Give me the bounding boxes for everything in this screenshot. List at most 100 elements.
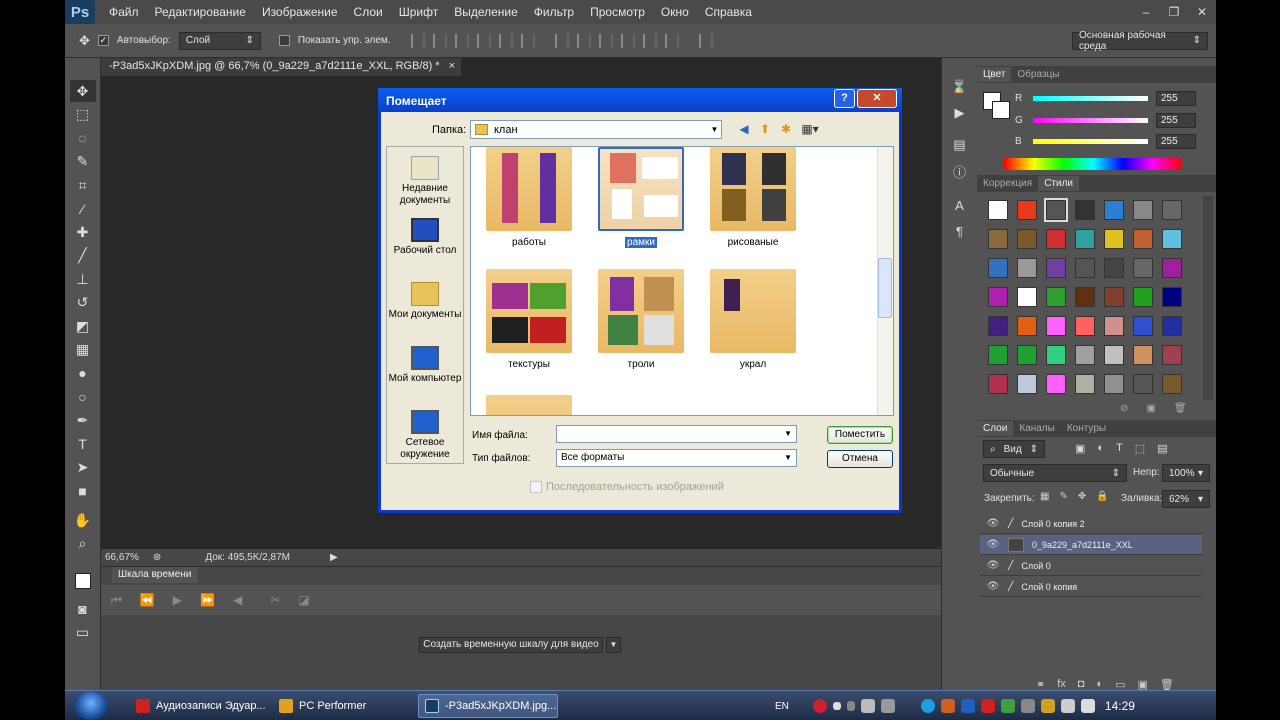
filter-adjustment-icon[interactable]: ◐ bbox=[1097, 442, 1104, 455]
tab-adjustments[interactable]: Коррекция bbox=[977, 176, 1038, 191]
style-swatch[interactable] bbox=[988, 345, 1008, 365]
image-sequence-option[interactable]: Последовательность изображений bbox=[530, 481, 724, 493]
style-swatch[interactable] bbox=[1075, 200, 1095, 220]
shape-tool-icon[interactable]: ■ bbox=[70, 480, 96, 502]
layer-row[interactable]: 👁 ╱ Слой 0 копия bbox=[980, 577, 1202, 597]
distribute-bottom-icon[interactable] bbox=[598, 33, 613, 48]
paragraph-panel-icon[interactable]: ¶ bbox=[949, 220, 971, 242]
delete-style-icon[interactable]: 🗑 bbox=[1174, 403, 1187, 417]
go-first-frame-icon[interactable]: ⏮ bbox=[111, 593, 122, 608]
info-panel-icon[interactable]: ⓘ bbox=[949, 160, 971, 182]
dialog-close-button[interactable]: ✕ bbox=[857, 89, 897, 108]
place-button[interactable]: Поместить bbox=[827, 426, 893, 444]
skype-icon[interactable] bbox=[920, 699, 935, 713]
folder-select[interactable]: клан bbox=[470, 120, 722, 139]
style-swatch[interactable] bbox=[1162, 345, 1182, 365]
place-my-documents[interactable]: Мои документы bbox=[387, 282, 463, 321]
blue-value[interactable]: 255 bbox=[1156, 133, 1196, 149]
style-swatch[interactable] bbox=[1104, 287, 1124, 307]
lock-transparency-icon[interactable]: ▦ bbox=[1040, 491, 1049, 502]
properties-panel-icon[interactable]: ▤ bbox=[949, 134, 971, 156]
stop-icon[interactable] bbox=[832, 702, 841, 710]
new-style-icon[interactable]: ▣ bbox=[1146, 403, 1155, 417]
move-tool-icon[interactable]: ✥ bbox=[69, 80, 96, 102]
camera-icon[interactable] bbox=[860, 699, 875, 713]
workspace-select[interactable]: Основная рабочая среда ⇕ bbox=[1072, 30, 1208, 52]
restore-button[interactable]: ❐ bbox=[1160, 1, 1188, 23]
distribute-vcenter-icon[interactable] bbox=[576, 33, 591, 48]
filename-input[interactable]: ▼ bbox=[556, 425, 797, 443]
type-tool-icon[interactable]: T bbox=[70, 433, 96, 455]
volume-icon[interactable] bbox=[1080, 699, 1095, 713]
style-swatch[interactable] bbox=[1075, 258, 1095, 278]
style-swatch[interactable] bbox=[1162, 200, 1182, 220]
background-color-swatch[interactable] bbox=[992, 101, 1010, 119]
style-swatch[interactable] bbox=[1162, 229, 1182, 249]
create-video-timeline-button[interactable]: Создать временную шкалу для видео bbox=[419, 637, 603, 653]
red-gradient[interactable] bbox=[1033, 95, 1148, 101]
style-swatch[interactable] bbox=[1046, 287, 1066, 307]
eye-icon[interactable]: 👁 bbox=[986, 539, 1000, 550]
pen-tool-icon[interactable]: ✒ bbox=[70, 409, 96, 431]
back-icon[interactable]: ◀ bbox=[736, 122, 752, 137]
menu-window[interactable]: Окно bbox=[661, 5, 689, 19]
place-my-computer[interactable]: Мой компьютер bbox=[387, 346, 463, 385]
folder-item[interactable] bbox=[483, 395, 575, 415]
style-swatch[interactable] bbox=[1133, 258, 1153, 278]
blur-tool-icon[interactable]: ● bbox=[70, 362, 96, 384]
color-spectrum-bar[interactable] bbox=[1004, 158, 1182, 170]
menu-file[interactable]: Файл bbox=[109, 5, 139, 19]
eraser-tool-icon[interactable]: ◩ bbox=[70, 315, 96, 337]
tab-channels[interactable]: Каналы bbox=[1013, 421, 1061, 436]
file-list[interactable]: работы рамки рисованые текстуры троли ук… bbox=[470, 146, 894, 416]
distribute-hcenter-icon[interactable] bbox=[642, 33, 657, 48]
style-swatch[interactable] bbox=[988, 316, 1008, 336]
taskbar-item-audio[interactable]: Аудиозаписи Эдуар... bbox=[130, 694, 270, 718]
menu-image[interactable]: Изображение bbox=[262, 5, 338, 19]
eye-icon[interactable]: 👁 bbox=[986, 560, 1000, 571]
chevron-down-icon[interactable]: ▼ bbox=[784, 450, 792, 466]
style-swatch[interactable] bbox=[988, 229, 1008, 249]
close-button[interactable]: ✕ bbox=[1188, 1, 1216, 23]
layer-row[interactable]: 👁 ╱ Слой 0 bbox=[980, 556, 1202, 576]
autoselect-select[interactable]: Слой ⇕ bbox=[178, 31, 261, 50]
tab-paths[interactable]: Контуры bbox=[1061, 421, 1112, 436]
tray-app-icon[interactable] bbox=[1020, 699, 1035, 713]
cancel-button[interactable]: Отмена bbox=[827, 450, 893, 468]
show-controls-checkbox[interactable] bbox=[278, 35, 290, 46]
eyedropper-tool-icon[interactable]: ⁄ bbox=[70, 198, 96, 220]
menu-filter[interactable]: Фильтр bbox=[534, 5, 574, 19]
folder-item[interactable]: текстуры bbox=[483, 269, 575, 370]
opacity-field[interactable]: 100% ▾ bbox=[1162, 464, 1210, 482]
filter-pixel-icon[interactable]: ▣ bbox=[1075, 442, 1085, 455]
layer-filter-select[interactable]: ⌕ Вид ⇕ bbox=[983, 440, 1045, 458]
green-slider[interactable]: G 255 bbox=[1015, 112, 1215, 128]
antivirus-icon[interactable] bbox=[940, 699, 955, 713]
clock[interactable]: 14:29 bbox=[1105, 699, 1135, 713]
folder-item[interactable]: украл bbox=[707, 269, 799, 370]
tab-color[interactable]: Цвет bbox=[977, 67, 1012, 82]
menu-edit[interactable]: Редактирование bbox=[155, 5, 246, 19]
prev-frame-icon[interactable]: ⏪ bbox=[140, 593, 155, 607]
layer-row[interactable]: 👁 ╱ Слой 0 копия 2 bbox=[980, 514, 1202, 534]
gradient-tool-icon[interactable]: ▦ bbox=[70, 339, 96, 361]
actions-panel-icon[interactable]: ▶ bbox=[949, 102, 971, 124]
zoom-level[interactable]: 66,67% bbox=[105, 552, 139, 563]
help-button[interactable]: ? bbox=[834, 89, 855, 108]
taskbar-item-photoshop[interactable]: -P3ad5xJKpXDM.jpg... bbox=[418, 694, 558, 718]
style-swatch[interactable] bbox=[1133, 316, 1153, 336]
path-select-tool-icon[interactable]: ➤ bbox=[70, 456, 96, 478]
fill-field[interactable]: 62% ▾ bbox=[1162, 490, 1210, 508]
up-folder-icon[interactable]: ⬆ bbox=[757, 122, 773, 137]
menu-help[interactable]: Справка bbox=[705, 5, 752, 19]
lock-pixels-icon[interactable]: ✎ bbox=[1059, 491, 1067, 502]
layer-row[interactable]: 👁 0_9a229_a7d2111e_XXL bbox=[980, 535, 1202, 555]
close-icon[interactable]: × bbox=[449, 60, 455, 72]
quick-mask-icon[interactable]: ◙ bbox=[70, 598, 96, 620]
next-frame-icon[interactable]: ⏩ bbox=[200, 593, 215, 607]
style-swatch[interactable] bbox=[1104, 374, 1124, 394]
screen-mode-icon[interactable]: ▭ bbox=[70, 621, 96, 643]
menu-select[interactable]: Выделение bbox=[454, 5, 518, 19]
color-swatches-icon[interactable] bbox=[70, 566, 96, 596]
green-gradient[interactable] bbox=[1033, 117, 1148, 123]
